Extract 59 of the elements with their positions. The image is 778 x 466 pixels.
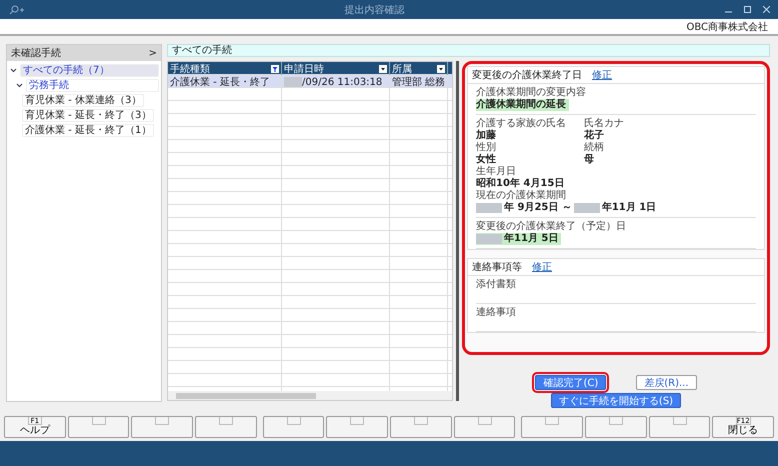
field-label: 性別 (476, 142, 497, 154)
edit-link[interactable]: 修正 (592, 68, 612, 82)
action-button[interactable]: すぐに手続を開始する(S) (550, 393, 682, 408)
field-label: 介護する家族の氏名 (476, 118, 567, 130)
function-key[interactable] (262, 416, 324, 438)
field-label: 変更後の介護休業終了（予定）日 (476, 221, 627, 232)
function-key[interactable] (521, 416, 584, 438)
field-value: 母 (584, 154, 595, 166)
function-key[interactable] (131, 416, 194, 438)
field-label: 現在の介護休業期間 (476, 190, 567, 202)
field-value: 加藤 (476, 130, 497, 142)
field-label: 氏名カナ (584, 118, 625, 130)
dropdown-icon[interactable] (379, 65, 387, 73)
collapse-toggle[interactable]: > (148, 48, 157, 58)
function-key[interactable] (68, 416, 130, 438)
sidebar-title: 未確認手続 (11, 46, 61, 60)
field-value: 年11月 5日 (504, 233, 558, 245)
filter-banner: すべての手続 (167, 44, 770, 57)
field-label: 介護休業期間の変更内容 (476, 87, 587, 98)
field-label: 続柄 (584, 142, 605, 154)
chevron-icon[interactable] (16, 83, 23, 88)
function-key[interactable] (195, 416, 257, 438)
filter-icon[interactable] (271, 65, 279, 73)
field-value: 昭和10年 4月15日 (476, 178, 564, 190)
field-value: 介護休業期間の延長 (476, 99, 566, 111)
table-cell-text: 管理部 総務 (392, 76, 446, 89)
table-cell: /09/26 11:03:18 (302, 76, 382, 88)
horizontal-scrollbar[interactable] (168, 391, 452, 400)
table-cell-text: 介護休業 - 延長・終了 (170, 76, 270, 89)
dropdown-icon[interactable] (437, 65, 445, 73)
field-label: 生年月日 (476, 166, 517, 178)
field-label: 添付書類 (476, 279, 517, 291)
company-name: OBC商事株式会社 (686, 20, 768, 34)
function-key[interactable] (648, 416, 710, 438)
function-key[interactable] (454, 416, 516, 438)
tree-item[interactable]: すべての手続（7） (20, 64, 159, 77)
field-value: 年 9月25日 ～ (504, 202, 572, 214)
close-icon[interactable] (763, 6, 770, 13)
search-icon[interactable] (8, 4, 24, 14)
edit-link[interactable]: 修正 (532, 260, 552, 274)
chevron-icon[interactable] (10, 68, 17, 73)
field-label: 連絡事項 (476, 307, 517, 319)
function-key[interactable] (326, 416, 388, 438)
tree-item[interactable]: 育児休業 - 休業連絡（3） (22, 94, 144, 107)
field-value: 女性 (476, 154, 497, 166)
maximize-icon[interactable] (744, 6, 751, 13)
field-value: 花子 (584, 130, 605, 142)
tree-item[interactable]: 介護休業 - 延長・終了（1） (22, 124, 154, 137)
tree-item[interactable]: 育児休業 - 延長・終了（3） (22, 109, 154, 122)
section-title: 変更後の介護休業終了日 (472, 68, 582, 82)
section-title: 連絡事項等 (472, 260, 522, 274)
field-value: 年11月 1日 (602, 202, 656, 214)
action-button[interactable]: 差戻(R)... (636, 375, 697, 390)
function-key[interactable] (585, 416, 647, 438)
tree-item[interactable]: 労務手続 (26, 79, 159, 92)
function-key[interactable] (390, 416, 452, 438)
window-title: 提出内容確認 (344, 4, 406, 16)
action-button[interactable]: 確認完了(C) (535, 375, 606, 390)
table-row[interactable]: 介護休業 - 延長・終了 /09/26 11:03:18 管理部 総務 (168, 75, 452, 88)
